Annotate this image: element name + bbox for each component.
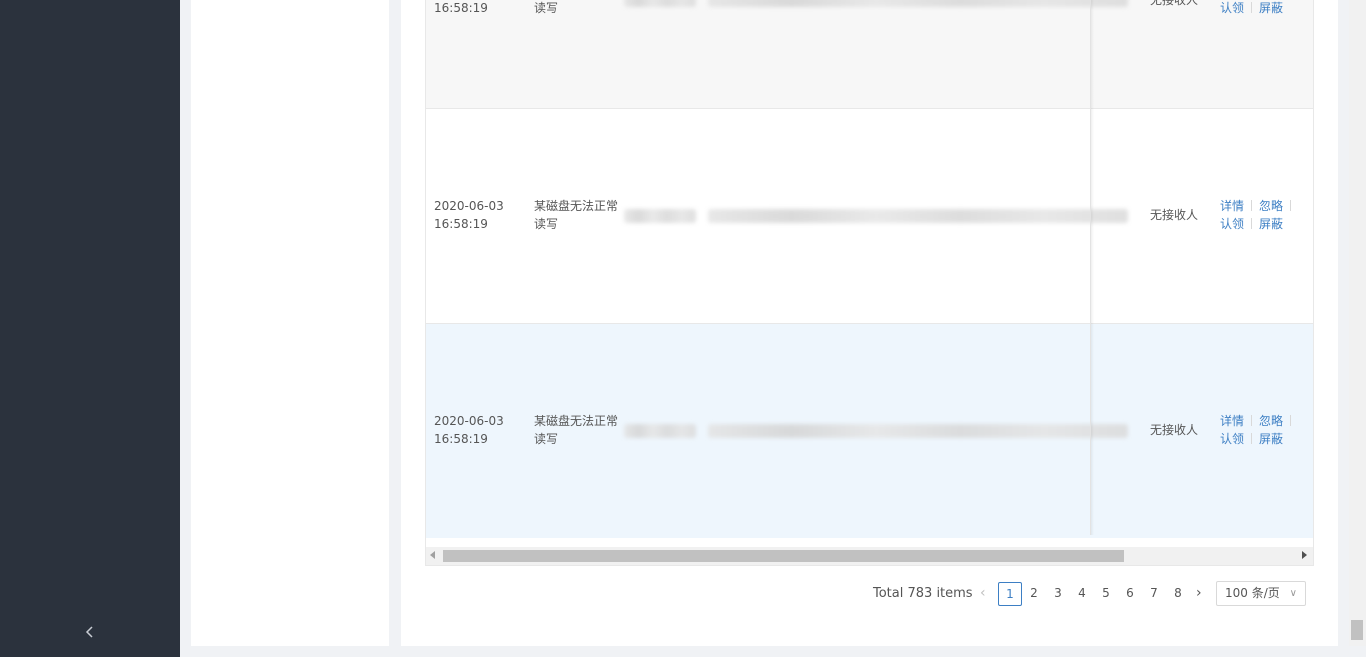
title-cell: 读写 — [534, 0, 624, 17]
time-cell: 2020-06-03 16:58:19 — [434, 412, 524, 448]
time-cell: 2020-06-03 16:58:19 — [434, 197, 524, 233]
ignore-link[interactable]: 忽略 — [1259, 414, 1283, 428]
time-date: 2020-06-03 — [434, 414, 504, 428]
pagination-total: Total 783 items — [873, 586, 973, 601]
page-7[interactable]: 7 — [1142, 582, 1166, 606]
block-link[interactable]: 屏蔽 — [1259, 432, 1283, 446]
receiver-cell: 无接收人 — [1150, 208, 1199, 222]
title-line1: 某磁盘无法正常 — [534, 414, 619, 428]
chevron-down-icon: ∨ — [1289, 588, 1297, 599]
table-row[interactable]: 2020-06-03 16:58:19 某磁盘无法正常 读写 无接收人 详情 忽略… — [426, 109, 1313, 324]
block-link[interactable]: 屏蔽 — [1259, 1, 1283, 15]
scroll-right-icon[interactable] — [1302, 551, 1307, 559]
next-page-icon[interactable]: › — [1196, 585, 1202, 601]
fixed-column-divider — [1090, 0, 1094, 535]
page-4[interactable]: 4 — [1070, 582, 1094, 606]
scroll-left-icon[interactable] — [430, 551, 435, 559]
prev-page-icon[interactable]: ‹ — [980, 585, 986, 601]
page-size-value: 100 条/页 — [1225, 586, 1280, 600]
title-line2: 读写 — [534, 217, 559, 231]
time-clock: 16:58:19 — [434, 432, 488, 446]
chevron-left-icon[interactable] — [80, 622, 100, 642]
redacted-content — [624, 0, 1129, 9]
vertical-scroll-thumb[interactable] — [1351, 620, 1363, 640]
receiver-cell: 无接收人 — [1150, 0, 1199, 7]
page-5[interactable]: 5 — [1094, 582, 1118, 606]
page-size-select[interactable]: 100 条/页 ∨ — [1216, 581, 1306, 606]
horizontal-scroll-thumb[interactable] — [443, 550, 1124, 562]
time-clock: 16:58:19 — [434, 217, 488, 231]
page-6[interactable]: 6 — [1118, 582, 1142, 606]
title-cell: 某磁盘无法正常 读写 — [534, 197, 624, 233]
claim-link[interactable]: 认领 — [1220, 217, 1244, 231]
ops-cell: 认领 屏蔽 — [1220, 0, 1310, 17]
table-row[interactable]: 16:58:19 读写 无接收人 认领 屏蔽 — [426, 0, 1313, 109]
bottom-strip — [180, 646, 1349, 657]
redacted-content — [624, 207, 1129, 225]
time-date: 2020-06-03 — [434, 199, 504, 213]
page-2[interactable]: 2 — [1022, 582, 1046, 606]
detail-link[interactable]: 详情 — [1220, 199, 1244, 213]
page-8[interactable]: 8 — [1166, 582, 1190, 606]
alert-table: 16:58:19 读写 无接收人 认领 屏蔽 2020-06-03 16:58:1… — [425, 0, 1314, 566]
time-cell: 16:58:19 — [434, 0, 524, 17]
page-1[interactable]: 1 — [998, 582, 1022, 606]
vertical-scrollbar[interactable] — [1349, 0, 1366, 646]
title-line2: 读写 — [534, 1, 559, 15]
receiver-cell: 无接收人 — [1150, 423, 1199, 437]
title-line2: 读写 — [534, 432, 559, 446]
table-row[interactable]: 2020-06-03 16:58:19 某磁盘无法正常 读写 无接收人 详情 忽略… — [426, 324, 1313, 538]
block-link[interactable]: 屏蔽 — [1259, 217, 1283, 231]
ignore-link[interactable]: 忽略 — [1259, 199, 1283, 213]
sidebar — [0, 0, 180, 657]
ops-cell: 详情 忽略 认领 屏蔽 — [1220, 197, 1310, 233]
title-cell: 某磁盘无法正常 读写 — [534, 412, 624, 448]
detail-link[interactable]: 详情 — [1220, 414, 1244, 428]
redacted-content — [624, 422, 1129, 440]
horizontal-scrollbar[interactable] — [426, 547, 1313, 565]
ops-cell: 详情 忽略 认领 屏蔽 — [1220, 412, 1310, 448]
title-line1: 某磁盘无法正常 — [534, 199, 619, 213]
claim-link[interactable]: 认领 — [1220, 1, 1244, 15]
time-clock: 16:58:19 — [434, 1, 488, 15]
left-panel — [191, 0, 389, 646]
claim-link[interactable]: 认领 — [1220, 432, 1244, 446]
page-3[interactable]: 3 — [1046, 582, 1070, 606]
